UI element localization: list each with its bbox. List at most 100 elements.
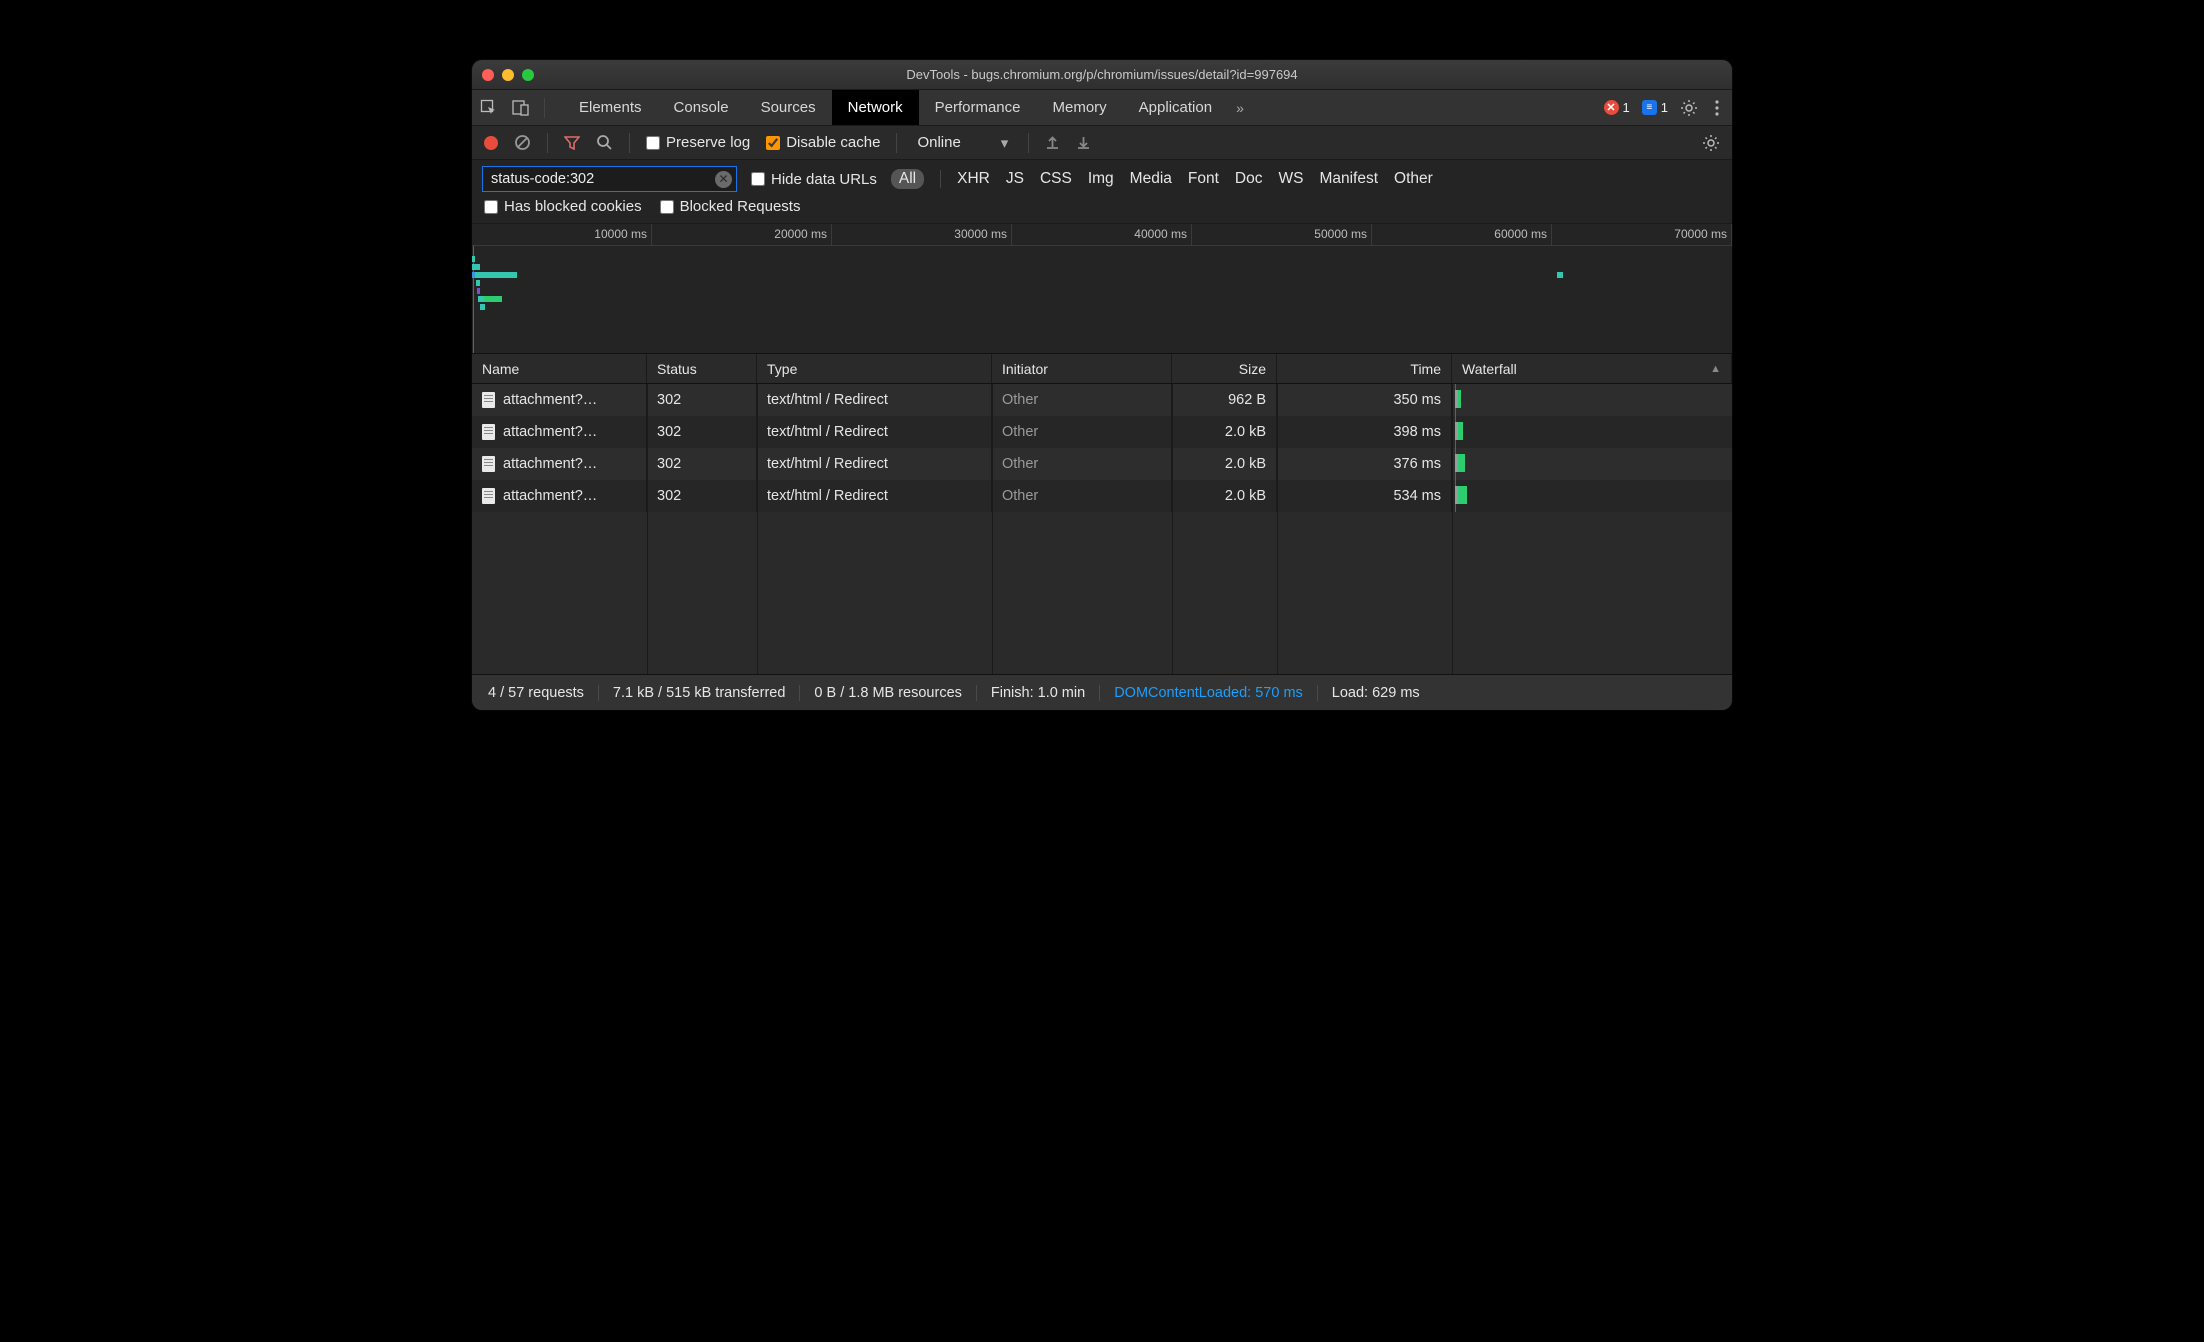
- has-blocked-cookies-input[interactable]: [484, 200, 498, 214]
- zoom-window-button[interactable]: [522, 69, 534, 81]
- column-name[interactable]: Name: [472, 354, 647, 383]
- cell-time: 350 ms: [1277, 384, 1452, 416]
- disable-cache-input[interactable]: [766, 136, 780, 150]
- filter-type-ws[interactable]: WS: [1278, 170, 1303, 188]
- cell-size: 2.0 kB: [1172, 480, 1277, 512]
- cell-status: 302: [647, 384, 757, 416]
- cell-type: text/html / Redirect: [757, 384, 992, 416]
- cell-status: 302: [647, 448, 757, 480]
- cell-size: 962 B: [1172, 384, 1277, 416]
- timeline-tick-label: 50000 ms: [1314, 227, 1367, 241]
- cell-type: text/html / Redirect: [757, 448, 992, 480]
- table-row[interactable]: attachment?…302text/html / RedirectOther…: [472, 384, 1732, 416]
- tab-console[interactable]: Console: [658, 90, 745, 125]
- tab-application[interactable]: Application: [1123, 90, 1228, 125]
- cell-type: text/html / Redirect: [757, 480, 992, 512]
- record-button[interactable]: [484, 136, 498, 150]
- panel-tabbar: ElementsConsoleSourcesNetworkPerformance…: [472, 90, 1732, 126]
- throttling-select[interactable]: Online: [913, 134, 1012, 152]
- settings-icon[interactable]: [1680, 99, 1698, 117]
- cell-name: attachment?…: [503, 456, 597, 472]
- column-status[interactable]: Status: [647, 354, 757, 383]
- overview-body: [472, 246, 1732, 353]
- inspect-element-icon[interactable]: [480, 99, 498, 117]
- status-domcontentloaded: DOMContentLoaded: 570 ms: [1100, 685, 1318, 701]
- filter-type-font[interactable]: Font: [1188, 170, 1219, 188]
- more-options-icon[interactable]: [1710, 99, 1724, 117]
- devtools-window: DevTools - bugs.chromium.org/p/chromium/…: [472, 60, 1732, 710]
- upload-har-icon[interactable]: [1045, 135, 1060, 150]
- column-time[interactable]: Time: [1277, 354, 1452, 383]
- filter-bar: ✕ Hide data URLs All XHR JS CSS Img Media Font…: [472, 160, 1732, 194]
- network-table: Name Status Type Initiator Size Time Wat…: [472, 354, 1732, 674]
- status-transferred: 7.1 kB / 515 kB transferred: [599, 685, 800, 701]
- has-blocked-cookies-checkbox[interactable]: Has blocked cookies: [484, 198, 642, 215]
- traffic-lights: [482, 69, 534, 81]
- cell-type: text/html / Redirect: [757, 416, 992, 448]
- cell-status: 302: [647, 416, 757, 448]
- cell-status: 302: [647, 480, 757, 512]
- filter-input-wrap: ✕: [482, 166, 737, 192]
- download-har-icon[interactable]: [1076, 135, 1091, 150]
- tab-network[interactable]: Network: [832, 90, 919, 125]
- hide-data-urls-checkbox[interactable]: Hide data URLs: [751, 171, 877, 188]
- table-row[interactable]: attachment?…302text/html / RedirectOther…: [472, 480, 1732, 512]
- hide-data-urls-input[interactable]: [751, 172, 765, 186]
- preserve-log-checkbox[interactable]: Preserve log: [646, 134, 750, 151]
- status-load: Load: 629 ms: [1318, 685, 1434, 701]
- blocked-requests-input[interactable]: [660, 200, 674, 214]
- clear-icon[interactable]: [514, 134, 531, 151]
- blocked-requests-checkbox[interactable]: Blocked Requests: [660, 198, 801, 215]
- cell-initiator: Other: [992, 384, 1172, 416]
- cell-waterfall: [1452, 448, 1732, 480]
- column-type[interactable]: Type: [757, 354, 992, 383]
- column-waterfall[interactable]: Waterfall ▲: [1452, 354, 1732, 383]
- message-count-badge[interactable]: ≡ 1: [1642, 100, 1668, 115]
- filter-type-doc[interactable]: Doc: [1235, 170, 1263, 188]
- column-initiator[interactable]: Initiator: [992, 354, 1172, 383]
- filter-type-media[interactable]: Media: [1130, 170, 1172, 188]
- message-icon: ≡: [1642, 100, 1657, 115]
- filter-type-img[interactable]: Img: [1088, 170, 1114, 188]
- window-titlebar: DevTools - bugs.chromium.org/p/chromium/…: [472, 60, 1732, 90]
- timeline-tick-label: 20000 ms: [774, 227, 827, 241]
- timeline-tick-label: 60000 ms: [1494, 227, 1547, 241]
- network-settings-icon[interactable]: [1702, 134, 1720, 152]
- timeline-overview[interactable]: 10000 ms20000 ms30000 ms40000 ms50000 ms…: [472, 224, 1732, 354]
- type-filter-pills: All XHR JS CSS Img Media Font Doc WS Manifest Othe…: [891, 169, 1433, 189]
- column-size[interactable]: Size: [1172, 354, 1277, 383]
- clear-filter-icon[interactable]: ✕: [715, 171, 732, 188]
- filter-type-all[interactable]: All: [891, 169, 924, 189]
- status-finish: Finish: 1.0 min: [977, 685, 1100, 701]
- search-icon[interactable]: [596, 134, 613, 151]
- file-icon: [482, 424, 495, 440]
- window-title: DevTools - bugs.chromium.org/p/chromium/…: [472, 67, 1732, 82]
- tab-sources[interactable]: Sources: [745, 90, 832, 125]
- chevron-down-icon: [1001, 134, 1009, 152]
- preserve-log-input[interactable]: [646, 136, 660, 150]
- tab-elements[interactable]: Elements: [563, 90, 658, 125]
- disable-cache-checkbox[interactable]: Disable cache: [766, 134, 880, 151]
- table-row[interactable]: attachment?…302text/html / RedirectOther…: [472, 416, 1732, 448]
- device-toolbar-icon[interactable]: [512, 99, 530, 117]
- filter-type-other[interactable]: Other: [1394, 170, 1433, 188]
- filter-type-css[interactable]: CSS: [1040, 170, 1072, 188]
- filter-bar-2: Has blocked cookies Blocked Requests: [472, 194, 1732, 224]
- filter-input[interactable]: [491, 171, 715, 187]
- tab-memory[interactable]: Memory: [1037, 90, 1123, 125]
- more-tabs-icon[interactable]: »: [1236, 100, 1244, 116]
- file-icon: [482, 488, 495, 504]
- status-requests: 4 / 57 requests: [488, 685, 599, 701]
- filter-type-xhr[interactable]: XHR: [957, 170, 990, 188]
- error-count-badge[interactable]: ✕ 1: [1604, 100, 1630, 115]
- minimize-window-button[interactable]: [502, 69, 514, 81]
- close-window-button[interactable]: [482, 69, 494, 81]
- tab-performance[interactable]: Performance: [919, 90, 1037, 125]
- filter-type-js[interactable]: JS: [1006, 170, 1024, 188]
- cell-initiator: Other: [992, 416, 1172, 448]
- filter-icon[interactable]: [564, 135, 580, 151]
- table-header: Name Status Type Initiator Size Time Wat…: [472, 354, 1732, 384]
- filter-type-manifest[interactable]: Manifest: [1319, 170, 1378, 188]
- timeline-tick-label: 10000 ms: [594, 227, 647, 241]
- table-row[interactable]: attachment?…302text/html / RedirectOther…: [472, 448, 1732, 480]
